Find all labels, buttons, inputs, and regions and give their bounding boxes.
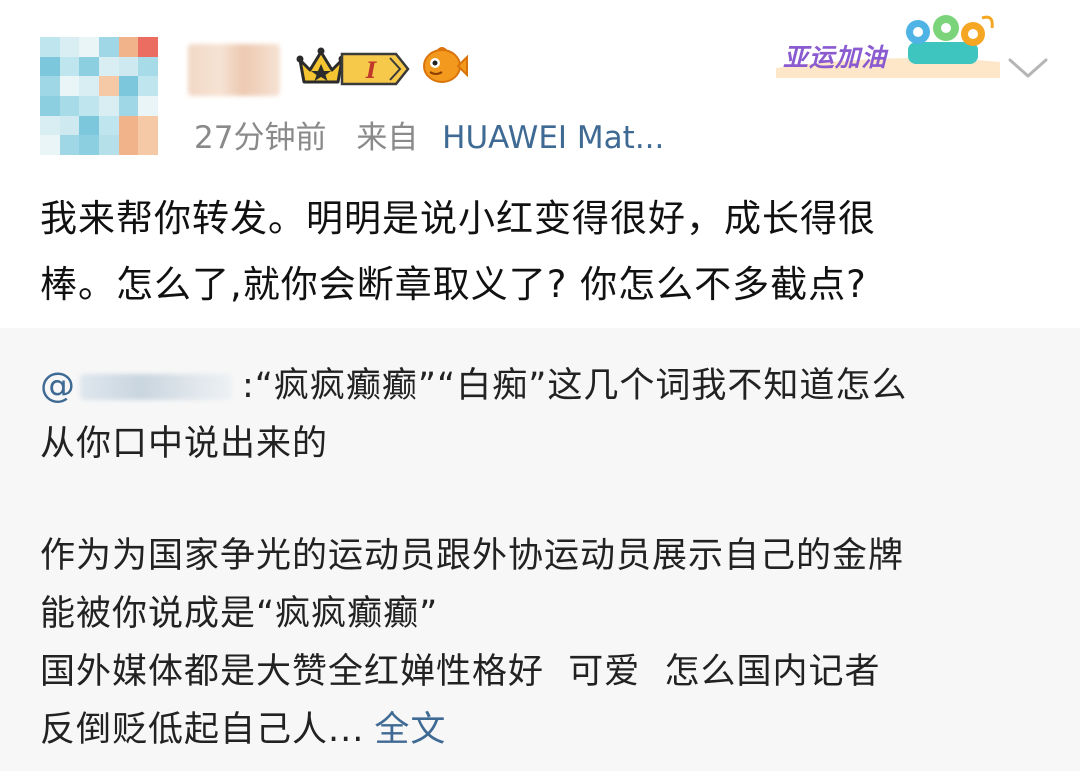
full-text-link[interactable]: 全文 (374, 710, 446, 750)
quote-text: 从你口中说出来的 (40, 424, 329, 464)
source-device[interactable]: HUAWEI Mat... (442, 120, 664, 156)
crown-icon[interactable] (296, 46, 346, 88)
repost-line: 反倒贬低起自己人... (40, 710, 365, 750)
chevron-down-icon[interactable] (1006, 54, 1050, 82)
quote-text: :“疯疯癫癫”“白痴”这几个词我不知道怎么 (242, 366, 908, 406)
campaign-badge-label[interactable]: 亚运加油 (783, 38, 887, 74)
repost-line: 作为为国家争光的运动员跟外协运动员展示自己的金牌 (40, 536, 905, 576)
repost-line: 国外媒体都是大赞全红婵性格好 可爱 怎么国内记者 (40, 652, 881, 692)
source-prefix: 来自 (356, 120, 419, 156)
post-line: 棒。怎么了,就你会断章取义了? 你怎么不多截点? (40, 263, 867, 306)
avatar[interactable] (40, 37, 158, 155)
post-time: 27分钟前 (194, 120, 327, 156)
post-text: 我来帮你转发。明明是说小红变得很好，成长得很 棒。怎么了,就你会断章取义了? 你… (40, 186, 1050, 318)
repost-line: 能被你说成是“疯疯癫癫” (40, 594, 439, 634)
fish-icon[interactable] (420, 44, 468, 88)
post-meta: 27分钟前 来自 HUAWEI Mat... (194, 112, 664, 157)
post-line: 我来帮你转发。明明是说小红变得很好，成长得很 (40, 197, 876, 240)
mention-at[interactable]: @ (40, 366, 76, 406)
post-header: I 27分钟前 来自 HUAWEI Mat... 亚运加油 (0, 0, 1080, 170)
username-blurred[interactable] (188, 44, 280, 96)
mention-username-blurred[interactable] (80, 374, 232, 400)
level-badge-icon[interactable]: I (340, 50, 410, 88)
repost-quote: @ :“疯疯癫癫”“白痴”这几个词我不知道怎么 从你口中说出来的 (40, 357, 1050, 473)
repost-body: 作为为国家争光的运动员跟外协运动员展示自己的金牌 能被你说成是“疯疯癫癫” 国外… (40, 527, 1050, 759)
level-badge-label: I (365, 58, 377, 84)
